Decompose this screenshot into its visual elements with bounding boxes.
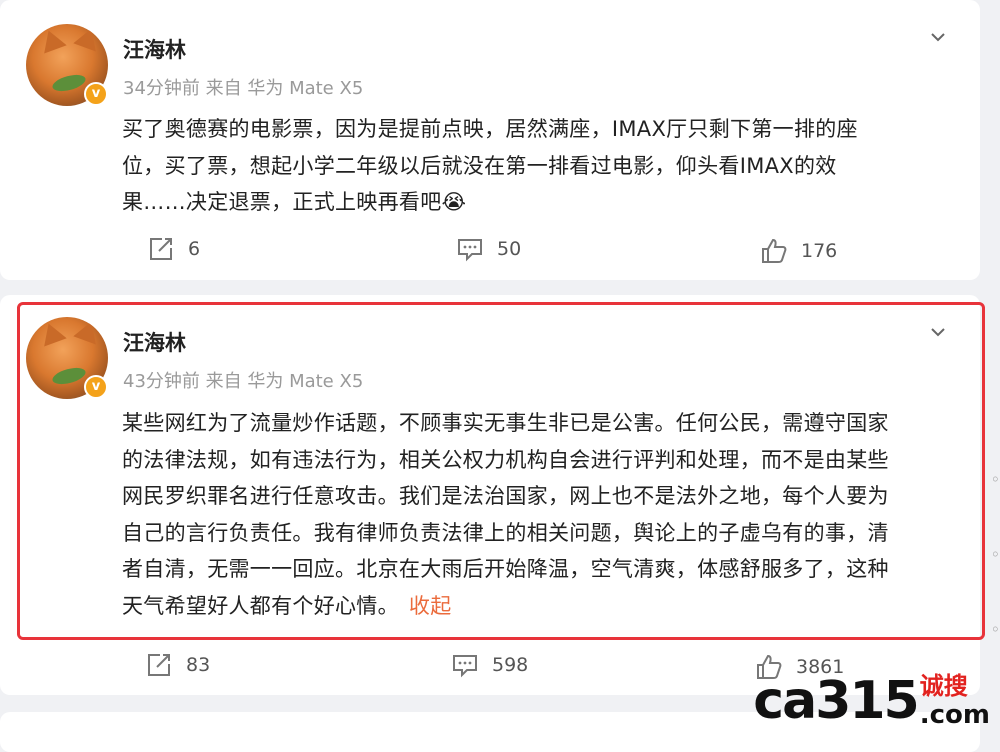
repost-button[interactable]: 6 (148, 236, 200, 262)
repost-button[interactable]: 83 (146, 652, 210, 678)
post-text-line: 买了奥德赛的电影票，因为是提前点映，居然满座，IMAX厅只剩下第一排的座 (122, 117, 858, 141)
like-count: 176 (801, 240, 838, 262)
post-text: 买了奥德赛的电影票，因为是提前点映，居然满座，IMAX厅只剩下第一排的座 位，买… (122, 111, 858, 221)
edge-marker-icon: ◦ (990, 545, 1000, 564)
repost-count: 6 (188, 238, 201, 260)
repost-icon (150, 238, 172, 260)
comment-button[interactable]: 598 (452, 652, 528, 678)
repost-icon (148, 654, 170, 676)
post-meta: 34分钟前 来自 华为 Mate X5 (123, 78, 364, 99)
watermark-cn: 诚搜 (919, 672, 968, 700)
chevron-down-icon[interactable] (931, 30, 945, 44)
edge-marker-icon: ◦ (990, 620, 1000, 639)
comment-icon (453, 655, 477, 678)
comment-count: 50 (497, 238, 522, 260)
verified-badge-icon: v (84, 82, 108, 106)
watermark-com: .com (919, 700, 990, 730)
repost-count: 83 (186, 654, 211, 676)
like-button[interactable]: 176 (761, 238, 837, 264)
comment-icon (458, 239, 482, 262)
watermark-side: 诚搜 .com (920, 672, 990, 730)
post-card: v 汪海林 34分钟前 来自 华为 Mate X5 买了奥德赛的电影票，因为是提… (0, 0, 980, 280)
post-text-line: 位，买了票，想起小学二年级以后就没在第一排看过电影，仰头看IMAX的效 (122, 153, 837, 178)
watermark-main: ca315 (753, 671, 919, 731)
watermark-logo: ca315 诚搜 .com (753, 672, 990, 730)
highlight-frame (17, 302, 985, 640)
post-text-line: 果……决定退票，正式上映再看吧😭 (122, 190, 467, 214)
comment-count: 598 (492, 654, 529, 676)
like-icon (762, 238, 787, 263)
username[interactable]: 汪海林 (123, 34, 186, 64)
edge-marker-icon: ◦ (990, 470, 1000, 489)
comment-button[interactable]: 50 (457, 236, 521, 262)
